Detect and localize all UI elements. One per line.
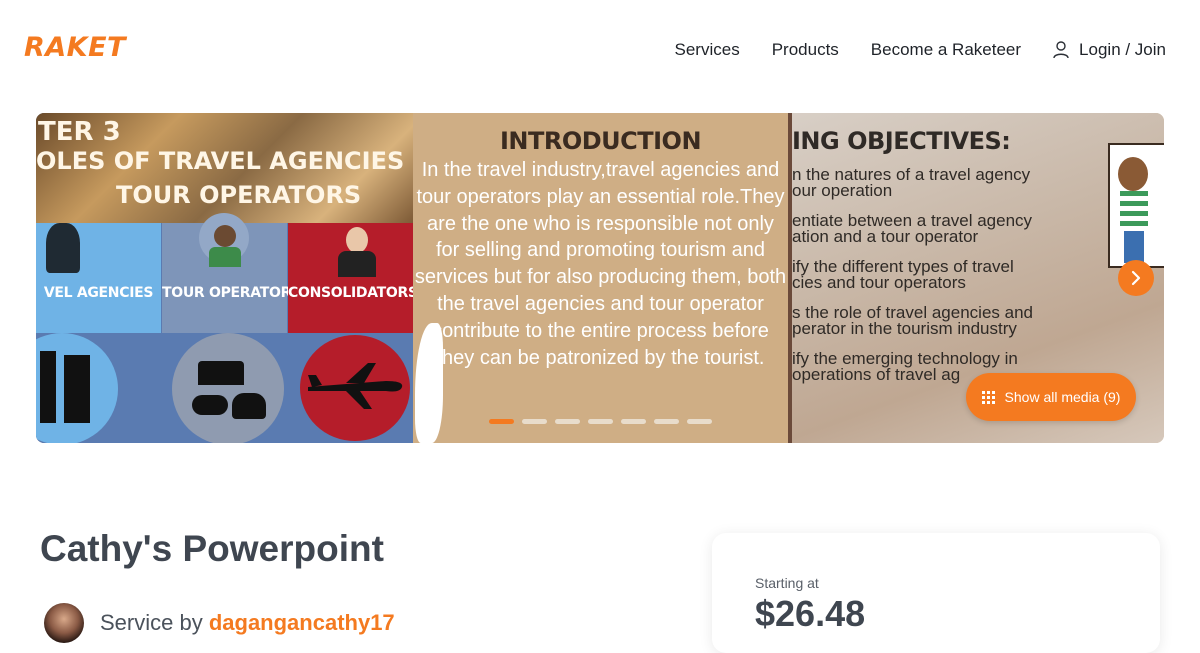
tile-transport bbox=[162, 333, 287, 443]
person-figure-icon bbox=[214, 225, 236, 247]
login-join-link[interactable]: Login / Join bbox=[1053, 40, 1166, 60]
tile-label: VEL AGENCIES bbox=[43, 285, 154, 301]
carousel-dot[interactable] bbox=[522, 419, 547, 424]
main-nav: Services Products Become a Raketeer Logi… bbox=[643, 40, 1166, 60]
pricing-card: Starting at $26.48 bbox=[712, 533, 1160, 653]
gallery-next-button[interactable] bbox=[1118, 260, 1154, 296]
show-all-media-button[interactable]: Show all media (9) bbox=[966, 373, 1136, 421]
tile-airplane bbox=[288, 333, 413, 443]
grid-icon bbox=[981, 390, 995, 404]
objective-item: entiate between a travel agency ation and… bbox=[792, 212, 1092, 246]
carousel-dot[interactable] bbox=[687, 419, 712, 424]
login-label: Login / Join bbox=[1079, 40, 1166, 59]
site-header: RAKET Services Products Become a Raketee… bbox=[0, 0, 1200, 100]
starting-price: $26.48 bbox=[755, 593, 866, 634]
objective-line: ation and a tour operator bbox=[792, 227, 979, 246]
tile-buildings bbox=[36, 333, 161, 443]
character-shirt bbox=[1120, 191, 1148, 231]
nav-services[interactable]: Services bbox=[675, 40, 740, 60]
character-head bbox=[1118, 157, 1148, 191]
tile-travel-agencies: VEL AGENCIES bbox=[36, 223, 161, 333]
objective-item: s the role of travel agencies and perator… bbox=[792, 304, 1092, 338]
objective-line: perator in the tourism industry bbox=[792, 319, 1017, 338]
gallery-slide-introduction[interactable]: INTRODUCTION In the travel industry,trav… bbox=[413, 113, 788, 443]
slide-title: INTRODUCTION bbox=[499, 127, 702, 155]
show-all-media-label: Show all media (9) bbox=[1004, 389, 1121, 405]
seller-avatar[interactable] bbox=[44, 603, 84, 643]
service-title: Cathy's Powerpoint bbox=[40, 528, 384, 569]
objective-item: n the natures of a travel agency our oper… bbox=[792, 166, 1092, 200]
nav-products[interactable]: Products bbox=[772, 40, 839, 60]
starting-at-label: Starting at bbox=[755, 575, 819, 591]
slide-heading-line1: OLES OF TRAVEL AGENCIES bbox=[36, 147, 405, 175]
scooter-icon bbox=[192, 395, 228, 415]
character-pants bbox=[1124, 231, 1144, 263]
carousel-dots bbox=[489, 419, 720, 424]
slide-body-text: In the travel industry,travel agencies a… bbox=[414, 159, 787, 369]
seller-username-link[interactable]: dagangancathy17 bbox=[209, 610, 395, 635]
tile-label: CONSOLIDATORS bbox=[288, 285, 413, 301]
objectives-list: n the natures of a travel agency our oper… bbox=[792, 166, 1092, 397]
carousel-dot[interactable] bbox=[621, 419, 646, 424]
carousel-dot[interactable] bbox=[654, 419, 679, 424]
cartoon-character-image bbox=[1108, 143, 1164, 268]
building-icon bbox=[64, 355, 90, 423]
byline-text: Service by dagangancathy17 bbox=[100, 610, 395, 636]
slide-header-image: TER 3 OLES OF TRAVEL AGENCIES TOUR OPERA… bbox=[36, 113, 413, 223]
shirt-shape bbox=[338, 251, 376, 277]
raket-logo[interactable]: RAKET bbox=[24, 32, 126, 63]
tile-tour-operators: TOUR OPERATORS bbox=[162, 213, 301, 333]
person-figure-icon bbox=[346, 227, 368, 253]
user-icon bbox=[1053, 41, 1069, 59]
service-byline: Service by dagangancathy17 bbox=[44, 603, 395, 643]
temple-icon bbox=[198, 361, 244, 385]
person-figure-icon bbox=[46, 223, 80, 273]
carousel-dot[interactable] bbox=[489, 419, 514, 424]
chevron-right-icon bbox=[1131, 270, 1141, 286]
slide-title: ING OBJECTIVES: bbox=[792, 127, 1011, 155]
food-icon bbox=[232, 393, 266, 419]
carousel-dot[interactable] bbox=[588, 419, 613, 424]
shirt-shape bbox=[209, 247, 241, 267]
objective-line: cies and tour operators bbox=[792, 273, 966, 292]
carousel-dot[interactable] bbox=[555, 419, 580, 424]
airplane-icon bbox=[308, 363, 403, 409]
byline-prefix: Service by bbox=[100, 610, 209, 635]
tile-circle bbox=[172, 333, 284, 443]
slide-chapter-text: TER 3 bbox=[38, 117, 121, 147]
objective-line: our operation bbox=[792, 181, 893, 200]
building-icon bbox=[40, 351, 56, 423]
objective-item: ify the different types of travel cies an… bbox=[792, 258, 1092, 292]
slide-heading-line2: TOUR OPERATORS bbox=[116, 181, 362, 209]
nav-become-raketeer[interactable]: Become a Raketeer bbox=[871, 40, 1021, 60]
tile-label: TOUR OPERATORS bbox=[162, 285, 301, 301]
tile-consolidators: CONSOLIDATORS bbox=[288, 223, 413, 333]
gallery-slide-roles[interactable]: TER 3 OLES OF TRAVEL AGENCIES TOUR OPERA… bbox=[36, 113, 413, 443]
